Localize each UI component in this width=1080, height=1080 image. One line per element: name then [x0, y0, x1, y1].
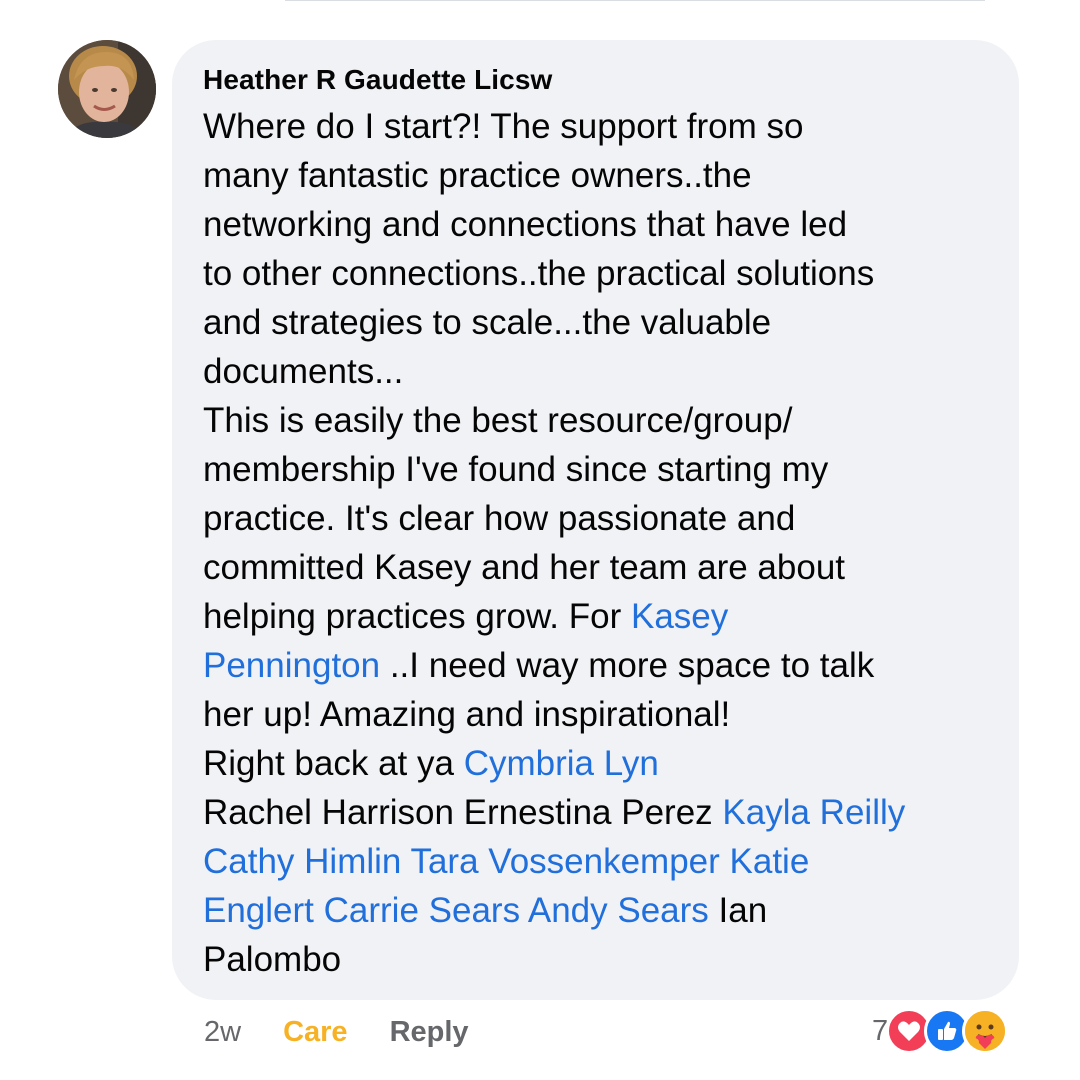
comment-line: This is easily the best resource/group/ [203, 396, 989, 445]
comment-text-segment: membership I've found since starting my [203, 450, 829, 489]
comment-footer: 2w Care Reply [204, 1010, 469, 1054]
comment-line: to other connections..the practical solu… [203, 249, 989, 298]
comment-line: committed Kasey and her team are about [203, 543, 989, 592]
comment-text-segment: her up! Amazing and inspirational! [203, 695, 731, 734]
avatar[interactable] [58, 40, 156, 138]
comment-line: many fantastic practice owners..the [203, 151, 989, 200]
comment-line: Where do I start?! The support from so [203, 102, 989, 151]
mention-link[interactable]: Pennington [203, 646, 380, 685]
comment-line: Pennington ..I need way more space to ta… [203, 641, 989, 690]
comment-text-segment: networking and connections that have led [203, 205, 848, 244]
comment-text-segment: many fantastic practice owners..the [203, 156, 752, 195]
comment-line: her up! Amazing and inspirational! [203, 690, 989, 739]
comment-line: networking and connections that have led [203, 200, 989, 249]
comment-line: helping practices grow. For Kasey [203, 592, 989, 641]
care-reaction-icon [962, 1008, 1009, 1054]
comment-line: Cathy Himlin Tara Vossenkemper Katie [203, 837, 989, 886]
mention-link[interactable]: Kasey [631, 597, 728, 636]
comment-bubble: Heather R Gaudette Licsw Where do I star… [172, 40, 1019, 1000]
comment-line: and strategies to scale...the valuable [203, 298, 989, 347]
comment-text-segment: ..I need way more space to talk [380, 646, 875, 685]
comment-line: Palombo [203, 935, 989, 984]
reaction-summary[interactable]: 7 [872, 1008, 1009, 1054]
mention-link[interactable]: Cymbria Lyn [464, 744, 659, 783]
comment-text-segment: Right back at ya [203, 744, 464, 783]
top-divider [285, 0, 985, 1]
comment-text-segment: This is easily the best resource/group/ [203, 401, 793, 440]
comment-author[interactable]: Heather R Gaudette Licsw [203, 62, 989, 98]
mention-link[interactable]: Kayla Reilly [722, 793, 905, 832]
comment-text-segment: Palombo [203, 940, 342, 979]
reply-button[interactable]: Reply [390, 1016, 469, 1049]
comment-line: documents... [203, 347, 989, 396]
mention-link[interactable]: Englert Carrie Sears Andy Sears [203, 891, 709, 930]
comment-text-segment: and strategies to scale...the valuable [203, 303, 772, 342]
avatar-image [58, 40, 156, 138]
comment-text: Where do I start?! The support from so ma… [203, 102, 989, 984]
comment-text-segment: helping practices grow. For [203, 597, 631, 636]
comment-line: practice. It's clear how passionate and [203, 494, 989, 543]
care-reaction-button[interactable]: Care [283, 1016, 348, 1049]
comment-line: Englert Carrie Sears Andy Sears Ian [203, 886, 989, 935]
comment-timestamp[interactable]: 2w [204, 1016, 241, 1049]
comment-text-segment: Ian [708, 891, 768, 930]
comment-text-segment: practice. It's clear how passionate and [203, 499, 796, 538]
comment-text-segment: Where do I start?! The support from so [203, 107, 804, 146]
comment-text-segment: committed Kasey and her team are about [203, 548, 846, 587]
mention-link[interactable]: Cathy Himlin Tara Vossenkemper Katie [203, 842, 809, 881]
comment-line: Rachel Harrison Ernestina Perez Kayla Re… [203, 788, 989, 837]
comment-text-segment: to other connections..the practical solu… [203, 254, 875, 293]
comment-line: membership I've found since starting my [203, 445, 989, 494]
comment-text-segment: documents... [203, 352, 404, 391]
comment-text-segment: Rachel Harrison Ernestina Perez [203, 793, 723, 832]
comment-line: Right back at ya Cymbria Lyn [203, 739, 989, 788]
